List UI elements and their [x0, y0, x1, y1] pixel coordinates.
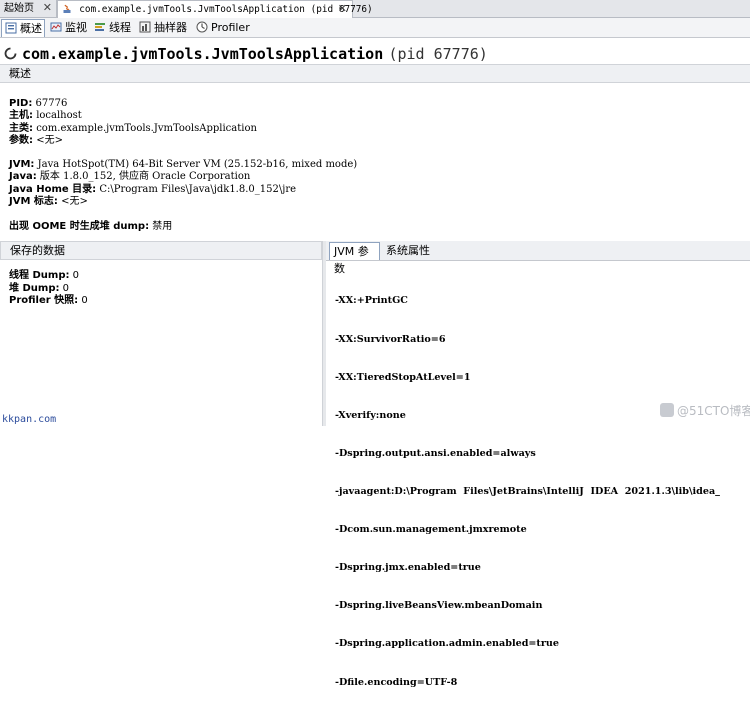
tab-threads[interactable]: 线程	[91, 19, 134, 36]
saved-data-header: 保存的数据	[0, 241, 322, 260]
watermark-right: @51CTO博客	[660, 402, 750, 419]
threads-icon	[95, 23, 105, 31]
tab-start-page[interactable]: 起始页 ✕	[0, 0, 57, 17]
jvm-arg-line: -Dspring.output.ansi.enabled=always	[335, 447, 536, 459]
right-panel-tab-strip: JVM 参数 系统属性	[326, 241, 750, 275]
overview-icon	[5, 22, 17, 34]
jvm-arg-line: -XX:TieredStopAtLevel=1	[335, 371, 471, 383]
pid-key: PID:	[9, 98, 33, 109]
tab-threads-label: 线程	[109, 21, 131, 34]
tab-profiler-label: Profiler	[211, 21, 250, 34]
tab-monitor-label: 监视	[65, 21, 87, 34]
jvm-flags-key: JVM 标志:	[9, 196, 58, 208]
oome-key: 出现 OOME 时生成堆 dump:	[9, 221, 150, 232]
tab-start-page-label: 起始页	[4, 3, 34, 14]
thread-dump-value: 0	[72, 270, 80, 281]
close-icon[interactable]: ✕	[338, 2, 347, 16]
view-tab-strip: 概述 监视 线程 抽样器 Profiler	[0, 18, 750, 38]
java-home-row: Java Home 目录: C:\Program Files\Java\jdk1…	[9, 184, 357, 196]
pid-row: PID: 67776	[9, 98, 257, 110]
sampler-icon	[139, 21, 151, 33]
java-key: Java:	[9, 171, 37, 183]
jvm-flags-value: <无>	[61, 196, 88, 208]
jvm-arg-line: -Dspring.jmx.enabled=true	[335, 562, 481, 574]
tab-sampler[interactable]: 抽样器	[136, 19, 191, 36]
java-app-icon	[63, 4, 71, 13]
tab-profiler[interactable]: Profiler	[193, 19, 253, 36]
jvm-row: JVM: Java HotSpot(TM) 64-Bit Server VM (…	[9, 159, 357, 171]
heap-dump-row: 堆 Dump: 0	[9, 283, 88, 296]
jvm-arg-line: -Dspring.application.admin.enabled=true	[335, 638, 560, 650]
tab-monitor[interactable]: 监视	[47, 19, 89, 36]
tab-application[interactable]: com.example.jvmTools.JvmToolsApplication…	[57, 0, 373, 18]
thread-dump-row: 线程 Dump: 0	[9, 270, 88, 283]
oome-value: 禁用	[152, 221, 173, 232]
main-class-row: 主类: com.example.jvmTools.JvmToolsApplica…	[9, 123, 257, 135]
jvm-arg-line: -XX:+PrintGC	[335, 295, 408, 307]
pid-value: 67776	[35, 98, 68, 109]
profiler-snapshot-key: Profiler 快照:	[9, 295, 79, 306]
page-title: com.example.jvmTools.JvmToolsApplication…	[4, 44, 488, 64]
tab-sampler-label: 抽样器	[154, 21, 187, 34]
panel-splitter[interactable]	[322, 241, 326, 426]
jvm-arg-line: -XX:SurvivorRatio=6	[335, 333, 446, 345]
saved-data-list: 线程 Dump: 0 堆 Dump: 0 Profiler 快照: 0	[9, 270, 88, 308]
host-key: 主机:	[9, 110, 33, 122]
host-value: localhost	[36, 110, 82, 122]
jvm-arg-line: -javaagent:D:\Program Files\JetBrains\In…	[335, 485, 720, 497]
tab-overview[interactable]: 概述	[1, 19, 45, 37]
jvm-args-list: -XX:+PrintGC -XX:SurvivorRatio=6 -XX:Tie…	[335, 270, 750, 702]
oome-row: 出现 OOME 时生成堆 dump: 禁用	[9, 221, 172, 233]
tab-system-properties-label: 系统属性	[386, 244, 430, 257]
app-name: com.example.jvmTools.JvmToolsApplication	[22, 45, 384, 63]
args-value: <无>	[36, 135, 63, 147]
heap-dump-key: 堆 Dump:	[9, 282, 60, 294]
watermark-right-label: @51CTO博客	[677, 404, 750, 418]
saved-data-header-label: 保存的数据	[10, 244, 65, 257]
args-row: 参数: <无>	[9, 135, 257, 147]
tab-overview-label: 概述	[20, 22, 42, 35]
watermark-left: kkpan.com	[2, 414, 57, 425]
heap-dump-value: 0	[62, 282, 70, 294]
pid-label: (pid 67776)	[388, 45, 488, 63]
java-home-key: Java Home 目录:	[9, 183, 97, 195]
profiler-icon	[196, 21, 208, 33]
profiler-snapshot-value: 0	[81, 295, 88, 306]
spinner-icon	[4, 47, 17, 60]
java-row: Java: 版本 1.8.0_152, 供应商 Oracle Corporati…	[9, 171, 357, 183]
monitor-icon	[50, 22, 62, 32]
args-key: 参数:	[9, 135, 33, 147]
jvm-arg-line: -Dspring.liveBeansView.mbeanDomain	[335, 600, 543, 612]
profiler-snapshot-row: Profiler 快照: 0	[9, 295, 88, 308]
main-class-value: com.example.jvmTools.JvmToolsApplication	[36, 122, 257, 134]
overview-header-label: 概述	[9, 67, 31, 80]
overview-section-header: 概述	[0, 64, 750, 83]
host-row: 主机: localhost	[9, 110, 257, 122]
tab-system-properties[interactable]: 系统属性	[382, 242, 452, 260]
tab-application-label: com.example.jvmTools.JvmToolsApplication…	[79, 4, 373, 15]
thread-dump-key: 线程 Dump:	[9, 270, 70, 281]
main-class-key: 主类:	[9, 122, 33, 134]
java-home-value: C:\Program Files\Java\jdk1.8.0_152\jre	[99, 183, 297, 195]
close-icon[interactable]: ✕	[43, 1, 52, 15]
jvm-flags-row: JVM 标志: <无>	[9, 196, 357, 208]
document-tab-strip: 起始页 ✕ com.example.jvmTools.JvmToolsAppli…	[0, 0, 750, 18]
jvm-arg-line: -Dcom.sun.management.jmxremote	[335, 524, 527, 536]
tab-jvm-args[interactable]: JVM 参数	[329, 242, 380, 275]
jvm-info: JVM: Java HotSpot(TM) 64-Bit Server VM (…	[9, 159, 357, 209]
watermark-logo-icon	[660, 403, 674, 417]
java-value: 版本 1.8.0_152, 供应商 Oracle Corporation	[39, 171, 251, 183]
jvm-arg-line: -Dfile.encoding=UTF-8	[335, 676, 458, 688]
jvm-key: JVM:	[9, 159, 35, 170]
process-info: PID: 67776 主机: localhost 主类: com.example…	[9, 98, 257, 148]
jvm-value: Java HotSpot(TM) 64-Bit Server VM (25.15…	[37, 159, 358, 170]
